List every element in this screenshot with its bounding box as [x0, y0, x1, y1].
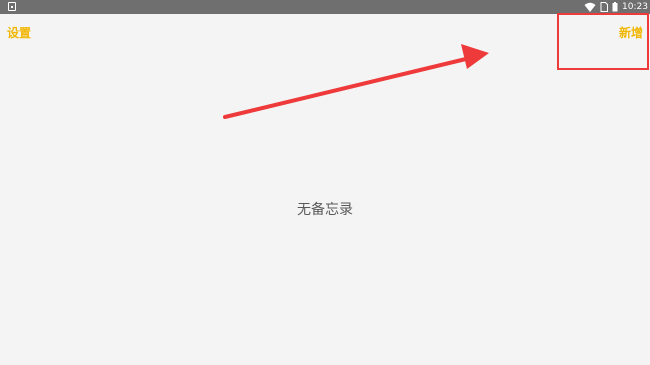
status-bar: 10:23 [0, 0, 650, 14]
empty-state-text: 无备忘录 [297, 202, 353, 218]
sim-icon [600, 2, 608, 12]
status-time: 10:23 [622, 2, 648, 12]
annotation-highlight-box [557, 13, 649, 70]
wifi-icon [584, 2, 596, 12]
battery-icon [612, 2, 618, 12]
settings-button[interactable]: 设置 [7, 25, 31, 41]
annotation-arrow [223, 44, 489, 119]
app-screen: 10:23 设置 新增 无备忘录 [0, 0, 650, 365]
app-notification-icon [8, 2, 16, 11]
add-memo-button[interactable]: 新增 [619, 25, 643, 41]
